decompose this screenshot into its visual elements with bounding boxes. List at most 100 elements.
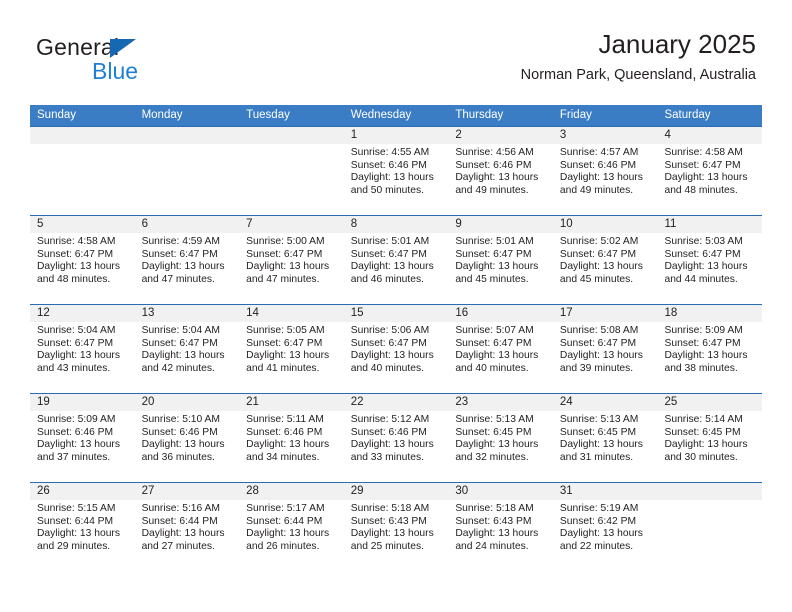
day-cell[interactable]: 9 Sunrise: 5:01 AM Sunset: 6:47 PM Dayli… [448, 216, 553, 304]
day-cell[interactable]: 19 Sunrise: 5:09 AM Sunset: 6:46 PM Dayl… [30, 394, 135, 482]
day-details [30, 144, 135, 147]
day-cell[interactable]: 21 Sunrise: 5:11 AM Sunset: 6:46 PM Dayl… [239, 394, 344, 482]
day-cell[interactable]: 12 Sunrise: 5:04 AM Sunset: 6:47 PM Dayl… [30, 305, 135, 393]
daylight-text-line2: and 38 minutes. [664, 362, 738, 374]
daylight-text-line1: Daylight: 13 hours [559, 261, 643, 273]
daylight-text-line2: and 40 minutes. [455, 362, 529, 374]
daylight-text-line1: Daylight: 13 hours [141, 439, 225, 451]
day-details: Sunrise: 5:13 AM Sunset: 6:45 PM Dayligh… [448, 411, 553, 464]
daylight-text-line2: and 49 minutes. [455, 184, 529, 196]
day-number: 15 [343, 305, 449, 322]
daylight-text-line2: and 41 minutes. [246, 362, 320, 374]
sunrise-text: Sunrise: 5:18 AM [350, 503, 430, 514]
day-cell[interactable]: 16 Sunrise: 5:07 AM Sunset: 6:47 PM Dayl… [448, 305, 553, 393]
sunset-text: Sunset: 6:47 PM [37, 337, 114, 349]
sunset-text: Sunset: 6:42 PM [559, 515, 637, 527]
daylight-text-line1: Daylight: 13 hours [350, 261, 434, 273]
day-cell[interactable]: 26 Sunrise: 5:15 AM Sunset: 6:44 PM Dayl… [30, 483, 135, 571]
logo-text-blue: Blue [92, 58, 139, 84]
sunset-text: Sunset: 6:46 PM [246, 426, 323, 438]
weekday-header-row: Sunday Monday Tuesday Wednesday Thursday… [30, 105, 762, 126]
day-details: Sunrise: 5:18 AM Sunset: 6:43 PM Dayligh… [448, 500, 553, 553]
day-cell[interactable]: 6 Sunrise: 4:59 AM Sunset: 6:47 PM Dayli… [134, 216, 240, 304]
page-subtitle: Norman Park, Queensland, Australia [520, 67, 756, 83]
day-cell[interactable]: 31 Sunrise: 5:19 AM Sunset: 6:42 PM Dayl… [552, 483, 658, 571]
day-number: 18 [657, 305, 763, 322]
day-number [30, 127, 135, 144]
sunrise-text: Sunrise: 5:18 AM [455, 503, 534, 514]
logo-triangle-icon [110, 39, 136, 58]
day-cell[interactable] [30, 127, 135, 215]
daylight-text-line1: Daylight: 13 hours [141, 350, 225, 362]
daylight-text-line1: Daylight: 13 hours [455, 528, 539, 540]
day-details: Sunrise: 4:58 AM Sunset: 6:47 PM Dayligh… [657, 144, 762, 197]
day-cell[interactable]: 10 Sunrise: 5:02 AM Sunset: 6:47 PM Dayl… [552, 216, 658, 304]
sunset-text: Sunset: 6:47 PM [455, 337, 532, 349]
weekday-header-sunday: Sunday [37, 109, 77, 121]
week-row: 26 Sunrise: 5:15 AM Sunset: 6:44 PM Dayl… [30, 482, 763, 571]
day-cell[interactable]: 11 Sunrise: 5:03 AM Sunset: 6:47 PM Dayl… [657, 216, 763, 304]
day-number: 14 [239, 305, 344, 322]
day-details: Sunrise: 5:09 AM Sunset: 6:46 PM Dayligh… [30, 411, 135, 464]
sunrise-text: Sunrise: 5:02 AM [559, 236, 639, 247]
day-details: Sunrise: 5:04 AM Sunset: 6:47 PM Dayligh… [30, 322, 135, 375]
day-cell[interactable]: 15 Sunrise: 5:06 AM Sunset: 6:47 PM Dayl… [343, 305, 449, 393]
day-cell[interactable]: 25 Sunrise: 5:14 AM Sunset: 6:45 PM Dayl… [657, 394, 763, 482]
day-cell[interactable]: 7 Sunrise: 5:00 AM Sunset: 6:47 PM Dayli… [239, 216, 344, 304]
day-cell[interactable]: 20 Sunrise: 5:10 AM Sunset: 6:46 PM Dayl… [134, 394, 240, 482]
sunset-text: Sunset: 6:45 PM [664, 426, 741, 438]
sunset-text: Sunset: 6:47 PM [664, 159, 741, 171]
day-cell[interactable]: 22 Sunrise: 5:12 AM Sunset: 6:46 PM Dayl… [343, 394, 449, 482]
day-cell[interactable]: 2 Sunrise: 4:56 AM Sunset: 6:46 PM Dayli… [448, 127, 553, 215]
day-cell[interactable]: 5 Sunrise: 4:58 AM Sunset: 6:47 PM Dayli… [30, 216, 135, 304]
day-cell[interactable]: 30 Sunrise: 5:18 AM Sunset: 6:43 PM Dayl… [448, 483, 553, 571]
day-details: Sunrise: 5:02 AM Sunset: 6:47 PM Dayligh… [553, 233, 658, 286]
sunrise-text: Sunrise: 5:13 AM [559, 414, 639, 425]
daylight-text-line1: Daylight: 13 hours [350, 350, 434, 362]
day-cell[interactable]: 3 Sunrise: 4:57 AM Sunset: 6:46 PM Dayli… [552, 127, 658, 215]
daylight-text-line1: Daylight: 13 hours [141, 528, 225, 540]
day-cell[interactable] [134, 127, 240, 215]
daylight-text-line1: Daylight: 13 hours [37, 439, 120, 451]
day-cell[interactable]: 17 Sunrise: 5:08 AM Sunset: 6:47 PM Dayl… [552, 305, 658, 393]
day-number: 8 [343, 216, 449, 233]
daylight-text-line2: and 37 minutes. [37, 451, 111, 463]
sunrise-text: Sunrise: 5:12 AM [350, 414, 430, 425]
day-cell[interactable] [657, 483, 763, 571]
day-number [134, 127, 240, 144]
day-cell[interactable]: 28 Sunrise: 5:17 AM Sunset: 6:44 PM Dayl… [239, 483, 344, 571]
day-cell[interactable]: 18 Sunrise: 5:09 AM Sunset: 6:47 PM Dayl… [657, 305, 763, 393]
weekday-header-friday: Friday [559, 109, 592, 121]
day-cell[interactable]: 29 Sunrise: 5:18 AM Sunset: 6:43 PM Dayl… [343, 483, 449, 571]
calendar-grid: Sunday Monday Tuesday Wednesday Thursday… [30, 105, 763, 571]
day-cell[interactable]: 8 Sunrise: 5:01 AM Sunset: 6:47 PM Dayli… [343, 216, 449, 304]
sunrise-text: Sunrise: 5:01 AM [350, 236, 430, 247]
day-details: Sunrise: 4:56 AM Sunset: 6:46 PM Dayligh… [448, 144, 553, 197]
daylight-text-line1: Daylight: 13 hours [664, 439, 748, 451]
sunset-text: Sunset: 6:47 PM [37, 248, 114, 260]
daylight-text-line2: and 30 minutes. [664, 451, 738, 463]
day-cell[interactable]: 4 Sunrise: 4:58 AM Sunset: 6:47 PM Dayli… [657, 127, 763, 215]
day-cell[interactable]: 23 Sunrise: 5:13 AM Sunset: 6:45 PM Dayl… [448, 394, 553, 482]
day-details: Sunrise: 5:17 AM Sunset: 6:44 PM Dayligh… [239, 500, 344, 553]
day-cell[interactable]: 13 Sunrise: 5:04 AM Sunset: 6:47 PM Dayl… [134, 305, 240, 393]
day-cell[interactable]: 24 Sunrise: 5:13 AM Sunset: 6:45 PM Dayl… [552, 394, 658, 482]
sunrise-text: Sunrise: 5:01 AM [455, 236, 534, 247]
day-cell[interactable]: 1 Sunrise: 4:55 AM Sunset: 6:46 PM Dayli… [343, 127, 449, 215]
day-details: Sunrise: 4:57 AM Sunset: 6:46 PM Dayligh… [553, 144, 658, 197]
day-cell[interactable]: 14 Sunrise: 5:05 AM Sunset: 6:47 PM Dayl… [239, 305, 344, 393]
sunrise-text: Sunrise: 4:59 AM [141, 236, 220, 247]
daylight-text-line2: and 34 minutes. [246, 451, 320, 463]
daylight-text-line1: Daylight: 13 hours [664, 350, 748, 362]
day-cell[interactable] [239, 127, 344, 215]
daylight-text-line1: Daylight: 13 hours [350, 439, 434, 451]
sunrise-text: Sunrise: 5:19 AM [559, 503, 639, 514]
daylight-text-line2: and 45 minutes. [455, 273, 529, 285]
sunrise-text: Sunrise: 4:57 AM [559, 147, 639, 158]
daylight-text-line2: and 40 minutes. [350, 362, 425, 374]
sunrise-text: Sunrise: 5:05 AM [246, 325, 325, 336]
day-details: Sunrise: 5:01 AM Sunset: 6:47 PM Dayligh… [448, 233, 553, 286]
day-cell[interactable]: 27 Sunrise: 5:16 AM Sunset: 6:44 PM Dayl… [134, 483, 240, 571]
day-number: 6 [134, 216, 240, 233]
day-details: Sunrise: 5:09 AM Sunset: 6:47 PM Dayligh… [657, 322, 762, 375]
